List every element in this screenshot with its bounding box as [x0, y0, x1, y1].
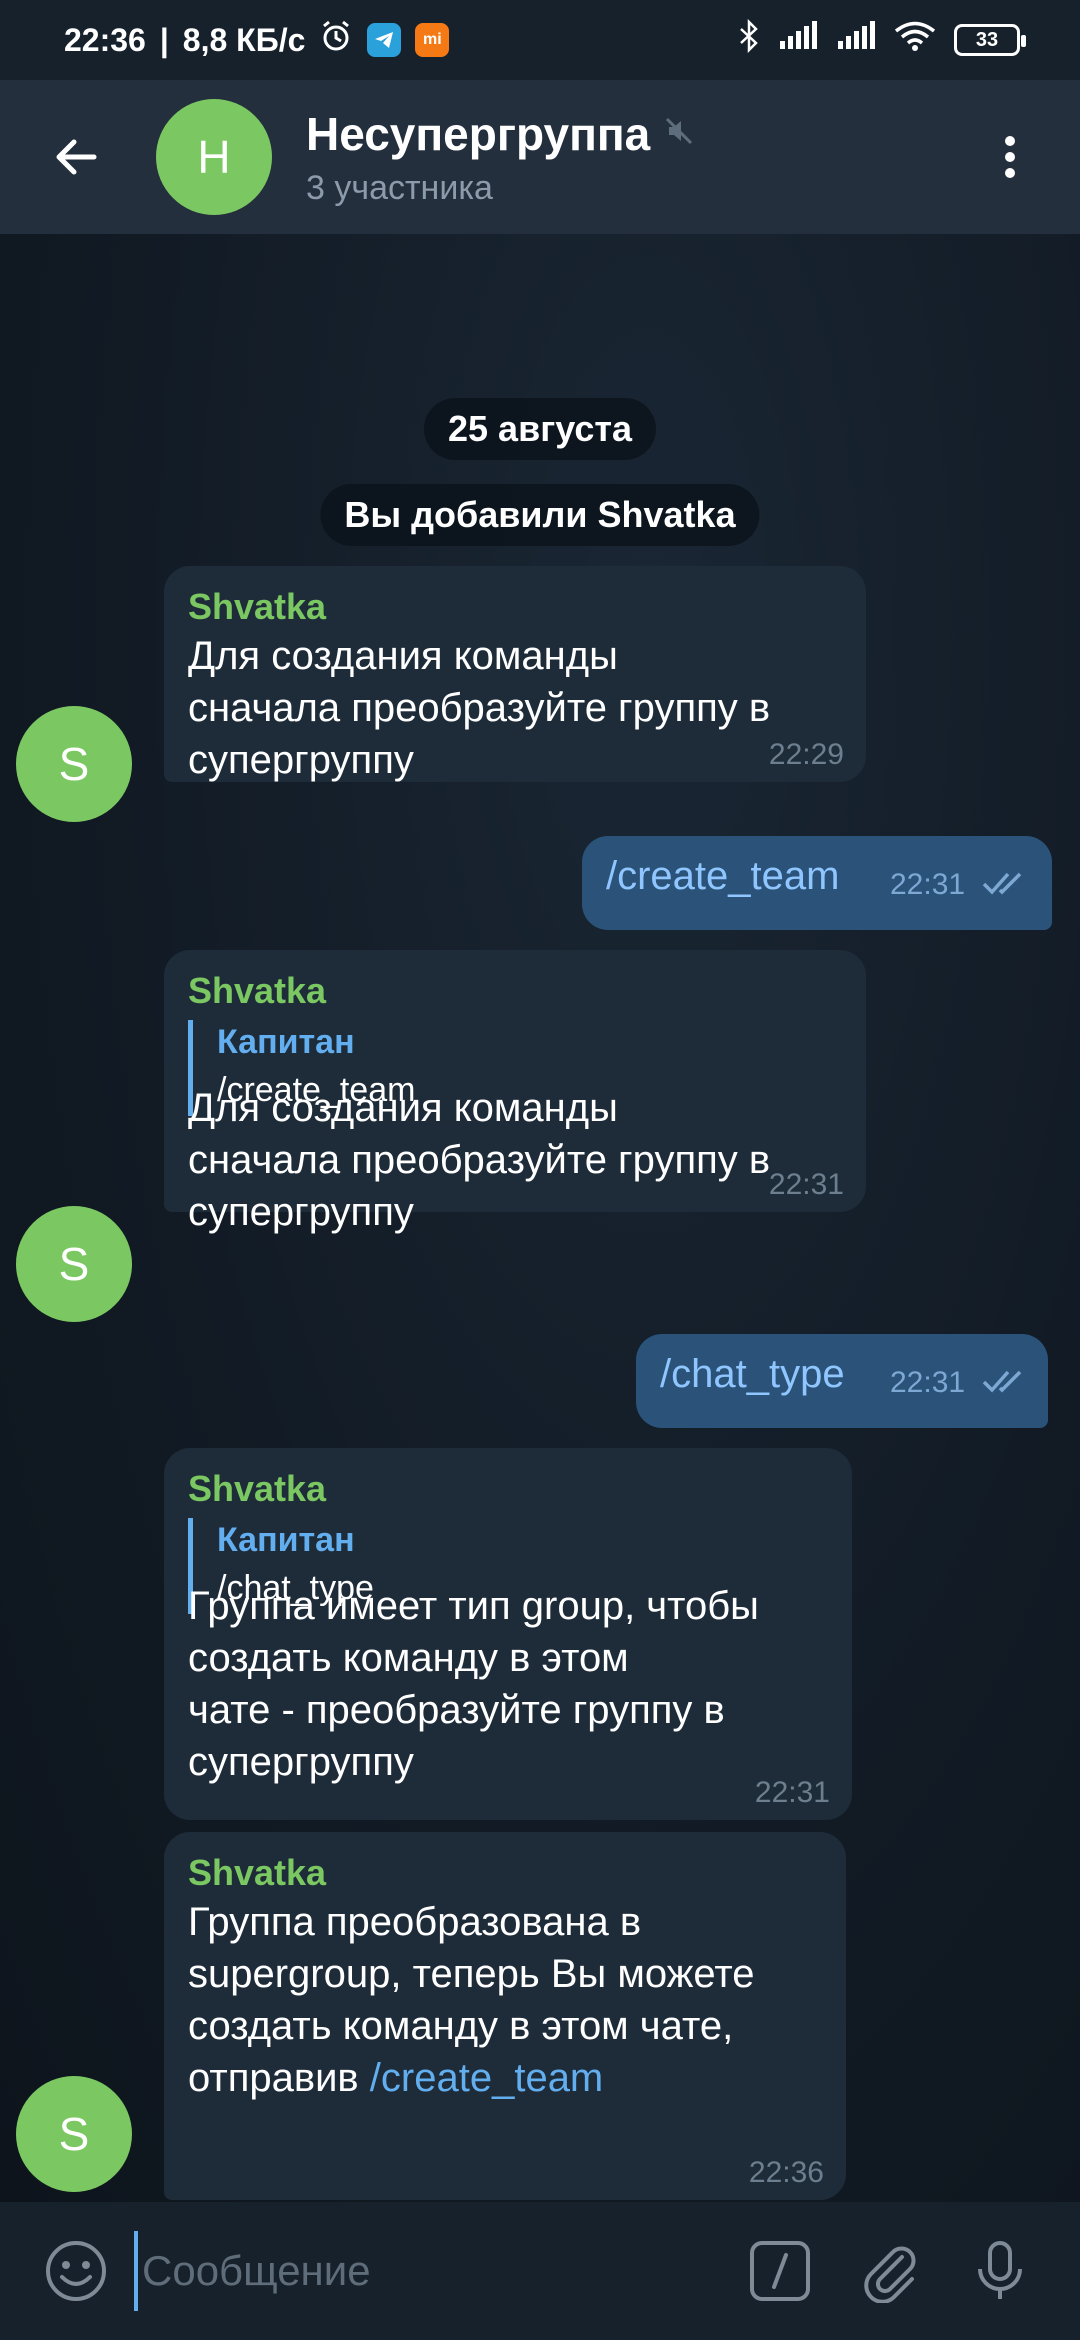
avatar[interactable]: S — [16, 1206, 132, 1322]
telegram-app-icon — [367, 23, 402, 57]
message-text: /chat_type — [660, 1352, 845, 1396]
message-bubble[interactable]: Shvatka Группа преобразована в supergrou… — [164, 1832, 846, 2200]
chat-header: Н Несупергруппа 3 участника — [0, 80, 1080, 234]
member-count: 3 участника — [306, 168, 493, 207]
message-time: 22:31 — [754, 1776, 830, 1809]
message-input[interactable] — [134, 2231, 694, 2311]
chat-title-block[interactable]: Несупергруппа 3 участника — [306, 107, 694, 208]
message-text: Группа преобразована в supergroup, тепер… — [188, 1900, 755, 2100]
service-message: Вы добавили Shvatka — [320, 484, 760, 546]
bluetooth-icon — [738, 18, 760, 61]
message-time: 22:31 — [768, 1168, 844, 1201]
message-text: /create_team — [606, 854, 840, 898]
reply-author: Капитан — [217, 1023, 355, 1061]
avatar[interactable]: S — [16, 706, 132, 822]
message-time: 22:31 — [890, 1366, 966, 1399]
attach-button[interactable] — [850, 2231, 930, 2311]
wifi-icon — [894, 20, 936, 60]
message-text: Для создания команды сначала преобразуйт… — [188, 634, 771, 782]
sender-name[interactable]: Shvatka — [188, 970, 326, 1012]
emoji-button[interactable] — [36, 2231, 116, 2311]
slash-command-icon — [750, 2241, 810, 2301]
muted-icon — [664, 116, 694, 151]
status-bar: 22:36 | 8,8 КБ/с mi 33 — [0, 0, 1080, 80]
message-bubble[interactable]: Shvatka Для создания команды сначала пре… — [164, 566, 866, 782]
sender-name[interactable]: Shvatka — [188, 586, 326, 628]
microphone-icon — [978, 2241, 1022, 2299]
message-text: Для создания команды сначала преобразуйт… — [188, 1086, 771, 1234]
double-check-icon — [982, 872, 1022, 895]
status-divider: | — [159, 21, 169, 58]
message-time: 22:31 — [890, 868, 966, 901]
sender-name[interactable]: Shvatka — [188, 1852, 326, 1894]
more-vertical-icon — [1005, 136, 1015, 178]
signal-icon — [778, 21, 818, 59]
voice-message-button[interactable] — [960, 2231, 1040, 2311]
chat-avatar[interactable]: Н — [156, 99, 272, 215]
status-network-speed: 8,8 КБ/с — [182, 21, 306, 58]
battery-icon: 33 — [954, 24, 1026, 56]
double-check-icon — [982, 1370, 1022, 1393]
message-text: Группа имеет тип group, чтобы создать ко… — [188, 1584, 759, 1784]
paperclip-icon — [864, 2246, 916, 2303]
back-button[interactable] — [36, 117, 116, 197]
mi-app-icon: mi — [415, 23, 450, 57]
sender-name[interactable]: Shvatka — [188, 1468, 326, 1510]
more-menu-button[interactable] — [970, 117, 1050, 197]
avatar[interactable]: S — [16, 2076, 132, 2192]
message-bubble-outgoing[interactable]: /create_team 22:31 — [582, 836, 1052, 930]
status-time: 22:36 — [64, 21, 146, 58]
chat-title: Несупергруппа — [306, 107, 651, 160]
date-separator: 25 августа — [424, 398, 656, 460]
signal-icon-2 — [836, 21, 876, 59]
command-link[interactable]: /create_team — [370, 2056, 603, 2100]
message-bubble-outgoing[interactable]: /chat_type 22:31 — [636, 1334, 1048, 1428]
message-time: 22:36 — [748, 2156, 824, 2189]
message-time: 22:29 — [768, 738, 844, 771]
alarm-icon — [319, 19, 353, 61]
bot-commands-button[interactable] — [740, 2231, 820, 2311]
message-bubble[interactable]: Shvatka Капитан /create_team Для создани… — [164, 950, 866, 1234]
message-input-bar — [0, 2202, 1080, 2340]
reply-author: Капитан — [217, 1521, 355, 1559]
smiley-icon — [46, 2241, 106, 2301]
arrow-left-icon — [56, 139, 97, 175]
chat-messages-area[interactable]: 25 августа Вы добавили Shvatka S Shvatka… — [0, 234, 1080, 2202]
message-bubble[interactable]: Shvatka Капитан /chat_type Группа имеет … — [164, 1448, 852, 1820]
